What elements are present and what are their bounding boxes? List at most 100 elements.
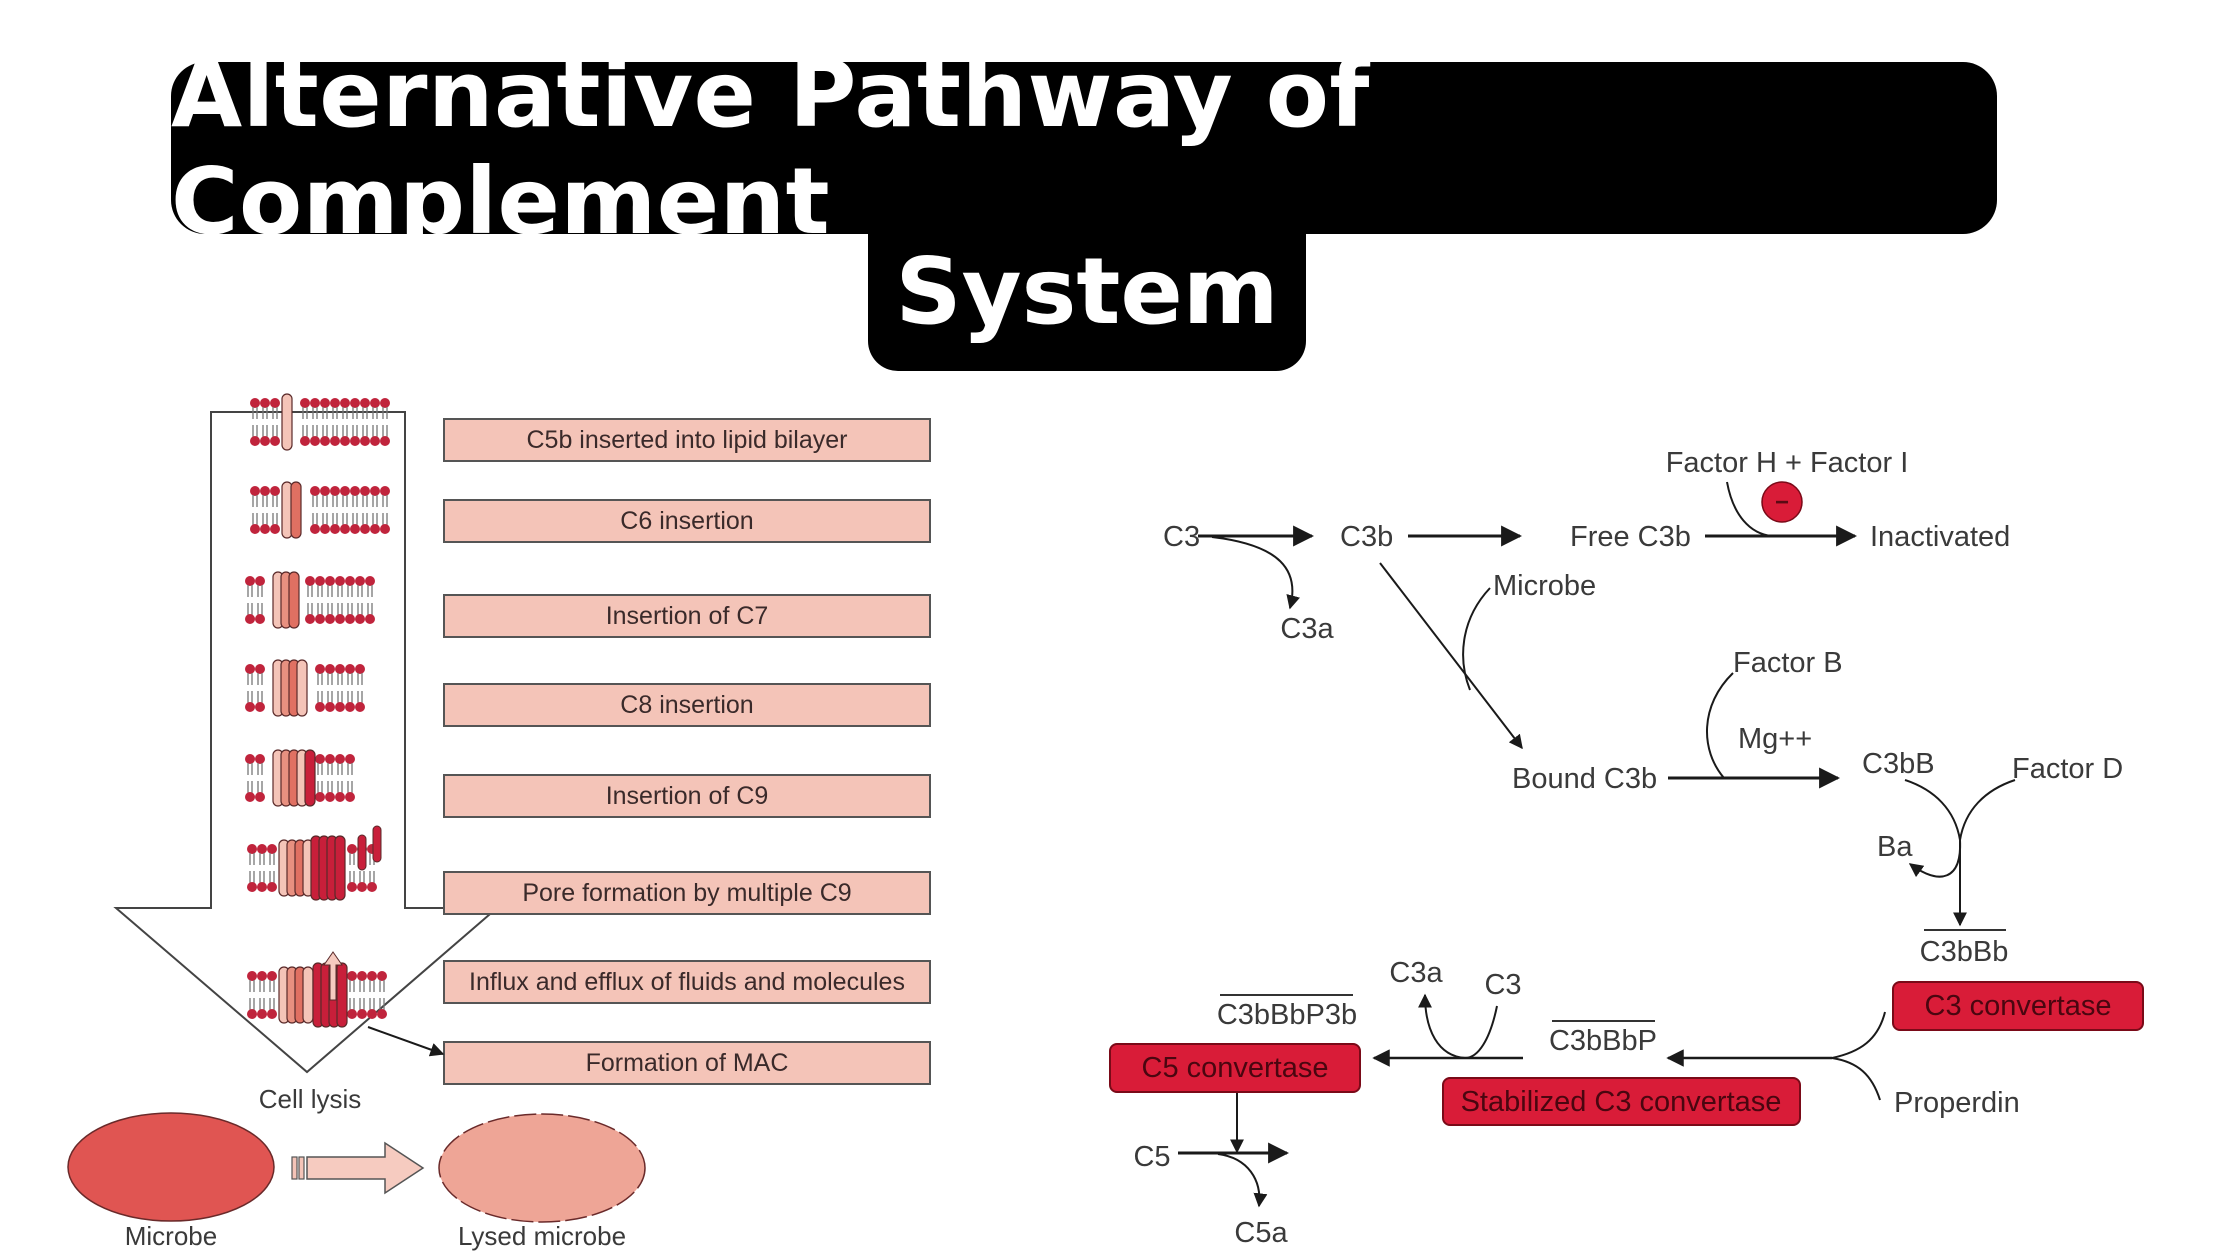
lipid-icon (334, 663, 346, 713)
arrow-c3-c3a (1211, 536, 1300, 610)
lysed-microbe-label: Lysed microbe (458, 1221, 626, 1251)
lipid-icon (266, 843, 278, 893)
mac-step-box: Insertion of C7 (443, 594, 931, 638)
node-label-factor-d: Factor D (2012, 753, 2123, 785)
lipid-icon (349, 397, 361, 447)
lipid-icon (334, 753, 346, 803)
lipid-icon (359, 485, 371, 535)
c5-convertase-label: C5 convertase (1142, 1052, 1329, 1084)
complement-protein-icon (296, 659, 308, 717)
c3-in-curve (1464, 1005, 1498, 1059)
lipid-icon (359, 397, 371, 447)
node-label-c3bBbP3b: C3bBbP3b (1217, 999, 1357, 1031)
lipid-icon (244, 575, 256, 625)
node-label-c5a: C5a (1234, 1217, 1288, 1249)
lipid-icon (269, 485, 281, 535)
microbe-ellipse (67, 1112, 275, 1222)
lipid-icon (259, 485, 271, 535)
lipid-icon (304, 575, 316, 625)
mac-step-label: C6 insertion (620, 507, 753, 535)
enzyme-c5-convertase: C5 convertase (1109, 1043, 1361, 1093)
node-label-free-c3b: Free C3b (1570, 521, 1691, 553)
lysed-microbe-ellipse (438, 1113, 646, 1223)
mac-step-box: C8 insertion (443, 683, 931, 727)
lipid-icon (339, 397, 351, 447)
lipid-icon (354, 663, 366, 713)
node-label-c3bBbP: C3bBbP (1549, 1025, 1657, 1057)
mac-panel: C5b inserted into lipid bilayer C6 insert… (67, 393, 931, 1251)
complement-protein-icon (281, 393, 293, 451)
lipid-icon (339, 485, 351, 535)
arrow-c5-c5a (1217, 1153, 1268, 1208)
mac-step-box: Insertion of C9 (443, 774, 931, 818)
lipid-icon (259, 397, 271, 447)
lipid-icon (364, 575, 376, 625)
lipid-icon (254, 663, 266, 713)
mac-step-box: C5b inserted into lipid bilayer (443, 418, 931, 462)
c3conv-curve (1831, 1011, 1886, 1059)
ba-curve (1908, 839, 1962, 878)
lipid-icon (354, 575, 366, 625)
lipid-icon (346, 970, 358, 1020)
membrane-stage-6 (246, 825, 382, 901)
enzyme-c3-convertase: C3 convertase (1892, 981, 2144, 1031)
lipid-icon (369, 397, 381, 447)
cell-lysis-label: Cell lysis (259, 1084, 362, 1114)
lipid-icon (369, 485, 381, 535)
mac-step-box: Pore formation by multiple C9 (443, 871, 931, 915)
lipid-icon (254, 753, 266, 803)
lipid-icon (366, 970, 378, 1020)
lipid-icon (319, 485, 331, 535)
c3-convertase-label: C3 convertase (1925, 990, 2112, 1022)
microbe-curve (1462, 587, 1491, 691)
lipid-icon (356, 970, 368, 1020)
mac-step-label: Formation of MAC (586, 1049, 789, 1077)
lipid-icon (344, 753, 356, 803)
lipid-icon (379, 485, 391, 535)
lipid-icon (314, 575, 326, 625)
lipid-icon (246, 970, 258, 1020)
mac-step-label: C5b inserted into lipid bilayer (526, 426, 847, 454)
lipid-icon (244, 663, 256, 713)
factor-d-curve (1959, 779, 2016, 841)
node-label-properdin: Properdin (1894, 1087, 2020, 1119)
node-label-c3a-top: C3a (1280, 613, 1334, 645)
lipid-icon (334, 575, 346, 625)
stabilized-c3-convertase-label: Stabilized C3 convertase (1461, 1086, 1782, 1118)
c3a-out-curve (1418, 993, 1466, 1059)
node-label-c3bB: C3bB (1862, 748, 1935, 780)
mac-step-label: Influx and efflux of fluids and molecule… (469, 968, 905, 996)
mac-step-box: C6 insertion (443, 499, 931, 543)
membrane-stage-7 (246, 951, 388, 1028)
properdin-curve (1831, 1057, 1881, 1101)
lipid-icon (379, 397, 391, 447)
node-label-factor-h-i: Factor H + Factor I (1666, 447, 1909, 479)
node-label-mg: Mg++ (1738, 723, 1812, 755)
mac-step-label: C8 insertion (620, 691, 753, 719)
c3bB-curve (1904, 779, 1961, 841)
node-label-bound-c3b: Bound C3b (1512, 763, 1657, 795)
lipid-icon (309, 485, 321, 535)
lysis-arrow (291, 1141, 425, 1195)
node-label-c3b: C3b (1340, 521, 1393, 553)
mac-pointer-arrow (367, 1026, 445, 1057)
lipid-icon (344, 663, 356, 713)
lipid-icon (256, 843, 268, 893)
lipid-icon (256, 970, 268, 1020)
lipid-icon (314, 753, 326, 803)
lipid-icon (349, 485, 361, 535)
membrane-stage-5 (244, 749, 356, 807)
node-label-microbe: Microbe (1493, 570, 1596, 602)
microbe-label: Microbe (125, 1221, 217, 1251)
mac-step-box: Influx and efflux of fluids and molecule… (443, 960, 931, 1004)
lipid-icon (254, 575, 266, 625)
complement-protein-icon (290, 481, 302, 539)
lipid-icon (324, 753, 336, 803)
node-label-factor-b: Factor B (1733, 647, 1843, 679)
diagram-canvas: C5b inserted into lipid bilayer C6 insert… (67, 393, 2144, 1251)
lipid-icon (314, 663, 326, 713)
lipid-icon (319, 397, 331, 447)
lipid-icon (346, 843, 358, 893)
node-label-c5: C5 (1133, 1141, 1170, 1173)
node-label-inactivated: Inactivated (1870, 521, 2010, 553)
